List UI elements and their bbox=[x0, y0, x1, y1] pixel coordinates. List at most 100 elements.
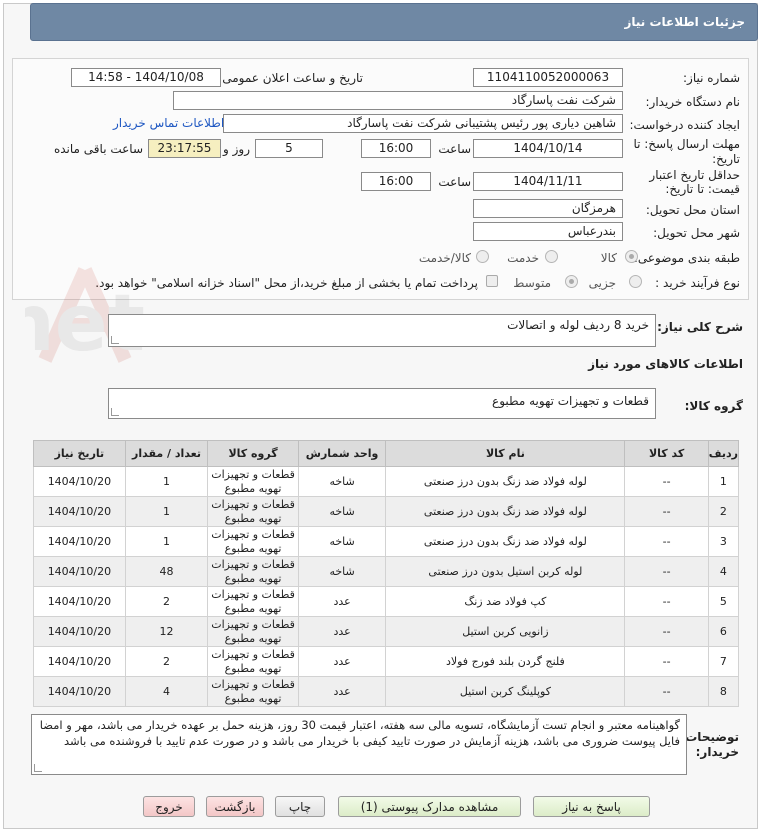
cell-row-number: 8 bbox=[707, 676, 740, 707]
cell-quantity: 4 bbox=[124, 676, 209, 707]
announce-datetime-label: تاریخ و ساعت اعلان عمومی: bbox=[218, 71, 363, 85]
cell-item-code: -- bbox=[624, 526, 709, 557]
view-attachments-button[interactable]: مشاهده مدارک پیوستی (1) bbox=[338, 796, 521, 817]
buyer-notes-text: گواهینامه معتبر و انجام تست آزمایشگاه، ت… bbox=[39, 718, 680, 748]
col-header-unit: واحد شمارش bbox=[297, 440, 387, 467]
goods-group-text: قطعات و تجهیزات تهویه مطبوع bbox=[492, 394, 649, 408]
days-remaining-field: 5 bbox=[255, 139, 323, 158]
buyer-org-label: نام دستگاه خریدار: bbox=[645, 95, 741, 109]
buyer-notes-label-2: خریدار: bbox=[695, 745, 739, 759]
process-option-medium: متوسط bbox=[513, 276, 551, 290]
back-button[interactable]: بازگشت bbox=[206, 796, 264, 817]
cell-row-number: 6 bbox=[707, 616, 740, 647]
print-button[interactable]: چاپ bbox=[275, 796, 325, 817]
category-radio-goods[interactable] bbox=[625, 250, 638, 263]
treasury-payment-note: پرداخت تمام یا بخشی از مبلغ خرید،از محل … bbox=[95, 276, 478, 290]
cell-need-date: 1404/10/20 bbox=[33, 466, 126, 497]
cell-quantity: 12 bbox=[124, 616, 209, 647]
treasury-payment-checkbox[interactable] bbox=[486, 275, 498, 287]
page-title: جزئیات اطلاعات نیاز bbox=[624, 15, 745, 29]
cell-unit: شاخه bbox=[297, 466, 387, 497]
cell-item-group: قطعات و تجهیزات تهویه مطبوع bbox=[207, 526, 299, 557]
resize-grip-icon[interactable] bbox=[34, 764, 42, 772]
goods-table: ردیف کد کالا نام کالا واحد شمارش گروه کا… bbox=[33, 440, 740, 707]
cell-item-code: -- bbox=[624, 586, 709, 617]
category-radio-service[interactable] bbox=[545, 250, 558, 263]
cell-item-code: -- bbox=[624, 646, 709, 677]
cell-quantity: 48 bbox=[124, 556, 209, 587]
cell-quantity: 2 bbox=[124, 646, 209, 677]
resize-grip-icon[interactable] bbox=[111, 336, 119, 344]
province-label: استان محل تحویل: bbox=[645, 203, 740, 217]
need-description-field[interactable]: خرید 8 ردیف لوله و اتصالات bbox=[108, 314, 656, 347]
cell-item-group: قطعات و تجهیزات تهویه مطبوع bbox=[207, 616, 299, 647]
cell-item-name: لوله کربن استیل بدون درز صنعتی bbox=[385, 556, 626, 587]
cell-item-name: لوله فولاد ضد زنگ بدون درز صنعتی bbox=[385, 496, 626, 527]
need-description-text: خرید 8 ردیف لوله و اتصالات bbox=[507, 318, 649, 332]
cell-item-name: کوپلینگ کربن استیل bbox=[385, 676, 626, 707]
cell-item-group: قطعات و تجهیزات تهویه مطبوع bbox=[207, 496, 299, 527]
reply-to-need-button[interactable]: پاسخ به نیاز bbox=[533, 796, 650, 817]
cell-need-date: 1404/10/20 bbox=[33, 496, 126, 527]
process-radio-medium[interactable] bbox=[565, 275, 578, 288]
remaining-time-label: ساعت باقی مانده bbox=[53, 142, 143, 156]
days-and-label: روز و bbox=[223, 142, 250, 156]
cell-row-number: 3 bbox=[707, 526, 740, 557]
exit-button[interactable]: خروج bbox=[143, 796, 195, 817]
col-header-date: تاریخ نیاز bbox=[33, 440, 126, 467]
buyer-notes-label: توضیحات bbox=[685, 730, 739, 744]
table-row: 2 -- لوله فولاد ضد زنگ بدون درز صنعتی شاخه ق… bbox=[33, 496, 740, 527]
cell-unit: عدد bbox=[297, 586, 387, 617]
process-option-minor: جزیی bbox=[588, 276, 616, 290]
cell-item-name: لوله فولاد ضد زنگ بدون درز صنعتی bbox=[385, 466, 626, 497]
category-radio-goods-service[interactable] bbox=[476, 250, 489, 263]
table-row: 7 -- فلنج گردن بلند فورج فولاد عدد قطعات و ت… bbox=[33, 646, 740, 677]
cell-item-group: قطعات و تجهیزات تهویه مطبوع bbox=[207, 556, 299, 587]
province-field: هرمزگان bbox=[473, 199, 623, 218]
cell-unit: شاخه bbox=[297, 496, 387, 527]
cell-row-number: 1 bbox=[707, 466, 740, 497]
buyer-notes-field[interactable]: گواهینامه معتبر و انجام تست آزمایشگاه، ت… bbox=[31, 714, 687, 775]
table-row: 8 -- کوپلینگ کربن استیل عدد قطعات و تجهیزات … bbox=[33, 676, 740, 707]
cell-item-group: قطعات و تجهیزات تهویه مطبوع bbox=[207, 676, 299, 707]
process-label: نوع فرآیند خرید : bbox=[655, 276, 740, 290]
validity-date-field: 1404/11/11 bbox=[473, 172, 623, 191]
category-option-goods: کالا bbox=[600, 251, 617, 265]
cell-item-code: -- bbox=[624, 466, 709, 497]
buyer-contact-link[interactable]: اطلاعات تماس خریدار bbox=[113, 116, 224, 130]
cell-need-date: 1404/10/20 bbox=[33, 676, 126, 707]
col-header-quantity: تعداد / مقدار bbox=[124, 440, 209, 467]
table-row: 5 -- کپ فولاد ضد زنگ عدد قطعات و تجهیزات تهو… bbox=[33, 586, 740, 617]
goods-group-field[interactable]: قطعات و تجهیزات تهویه مطبوع bbox=[108, 388, 656, 419]
category-option-service: خدمت bbox=[507, 251, 539, 265]
cell-row-number: 7 bbox=[707, 646, 740, 677]
cell-unit: عدد bbox=[297, 676, 387, 707]
cell-item-name: فلنج گردن بلند فورج فولاد bbox=[385, 646, 626, 677]
reply-date-field: 1404/10/14 bbox=[473, 139, 623, 158]
cell-item-name: زانویی کربن استیل bbox=[385, 616, 626, 647]
cell-need-date: 1404/10/20 bbox=[33, 586, 126, 617]
city-field: بندرعباس bbox=[473, 222, 623, 241]
process-radio-minor[interactable] bbox=[629, 275, 642, 288]
requester-label: ایجاد کننده درخواست: bbox=[629, 118, 740, 132]
validity-time-field: 16:00 bbox=[361, 172, 431, 191]
resize-grip-icon[interactable] bbox=[111, 408, 119, 416]
city-label: شهر محل تحویل: bbox=[653, 226, 740, 240]
cell-quantity: 1 bbox=[124, 526, 209, 557]
cell-item-code: -- bbox=[624, 556, 709, 587]
table-row: 4 -- لوله کربن استیل بدون درز صنعتی شاخه قطع… bbox=[33, 556, 740, 587]
page-title-bar: جزئیات اطلاعات نیاز bbox=[30, 3, 758, 41]
requester-field: شاهین دیاری پور رئیس پشتیبانی شرکت نفت پ… bbox=[223, 114, 623, 133]
col-header-name: نام کالا bbox=[385, 440, 626, 467]
validity-time-label: ساعت bbox=[438, 175, 471, 189]
cell-item-code: -- bbox=[624, 676, 709, 707]
goods-group-label: گروه کالا: bbox=[684, 399, 743, 413]
announce-datetime-field: 1404/10/08 - 14:58 bbox=[71, 68, 221, 87]
category-option-goods-service: کالا/خدمت bbox=[418, 251, 471, 265]
col-header-code: کد کالا bbox=[624, 440, 709, 467]
validity-label: حداقل تاریخ اعتبار bbox=[649, 168, 740, 182]
category-label: طبقه بندی موضوعی: bbox=[633, 251, 740, 265]
cell-item-name: کپ فولاد ضد زنگ bbox=[385, 586, 626, 617]
cell-need-date: 1404/10/20 bbox=[33, 556, 126, 587]
cell-item-name: لوله فولاد ضد زنگ بدون درز صنعتی bbox=[385, 526, 626, 557]
